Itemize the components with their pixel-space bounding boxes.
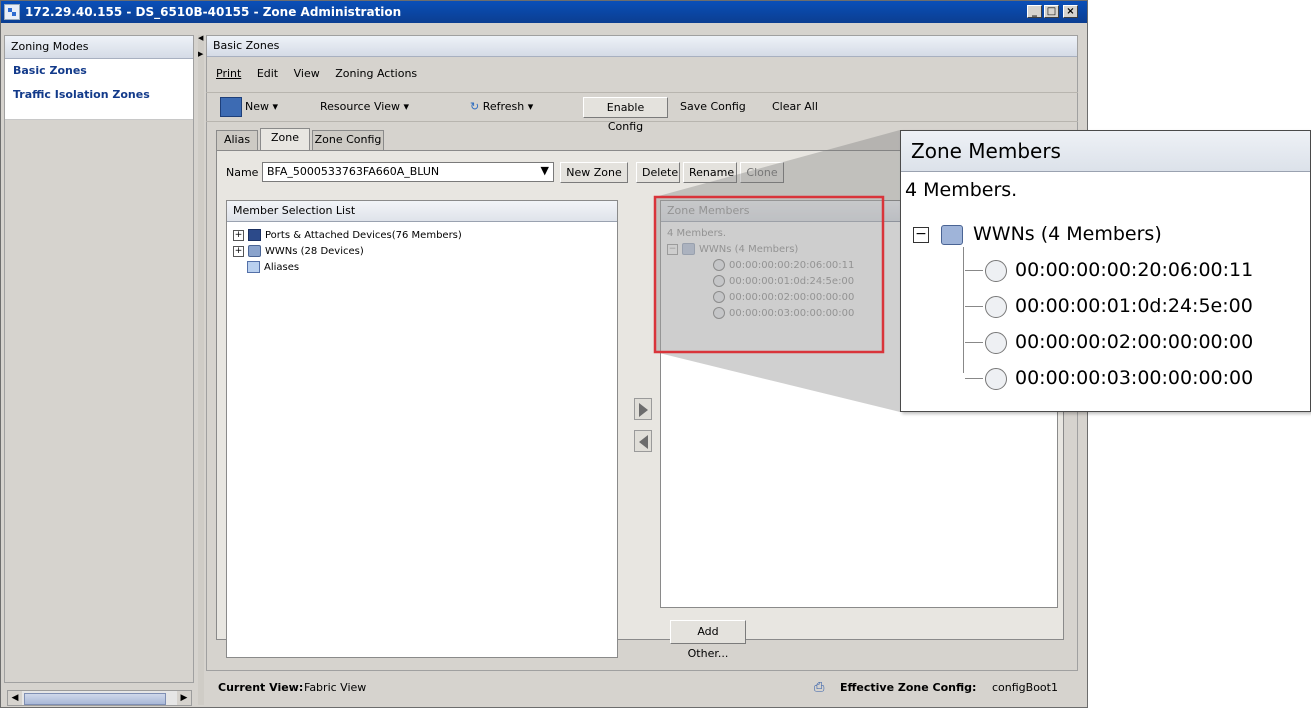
zoom-member-row: 00:00:00:03:00:00:00:00	[965, 367, 1253, 390]
status-bar: Current View: Fabric View ⎙ Effective Zo…	[206, 670, 1078, 705]
zoom-member-row: 00:00:00:02:00:00:00:00	[965, 331, 1253, 354]
collapse-icon: −	[913, 226, 929, 243]
current-view-label: Current View:	[218, 681, 304, 694]
current-view-value: Fabric View	[304, 681, 367, 694]
highlight-box	[653, 195, 885, 354]
zoom-member-row: 00:00:00:01:0d:24:5e:00	[965, 295, 1253, 318]
zoom-member-label: 00:00:00:03:00:00:00:00	[1015, 367, 1254, 389]
wwn-node-icon	[985, 367, 1007, 390]
zoom-group-label: WWNs (4 Members)	[973, 223, 1162, 245]
zoom-count: 4 Members.	[905, 179, 1018, 201]
zoom-member-row: 00:00:00:00:20:06:00:11	[965, 259, 1253, 282]
zoom-member-label: 00:00:00:01:0d:24:5e:00	[1015, 295, 1253, 317]
wwn-node-icon	[985, 259, 1007, 282]
effective-config-value: configBoot1	[992, 681, 1058, 694]
tree-connector	[963, 247, 964, 373]
zoom-member-label: 00:00:00:02:00:00:00:00	[1015, 331, 1254, 353]
printer-icon[interactable]: ⎙	[814, 671, 824, 705]
zoom-member-label: 00:00:00:00:20:06:00:11	[1015, 259, 1254, 281]
wwn-node-icon	[985, 331, 1007, 354]
wwn-icon	[941, 224, 963, 245]
zone-members-zoom: Zone Members 4 Members. − WWNs (4 Members…	[900, 130, 1311, 412]
zoom-group-row: − WWNs (4 Members)	[913, 223, 1162, 245]
effective-config-label: Effective Zone Config:	[840, 681, 977, 694]
zoom-title: Zone Members	[901, 131, 1310, 172]
wwn-node-icon	[985, 295, 1007, 318]
